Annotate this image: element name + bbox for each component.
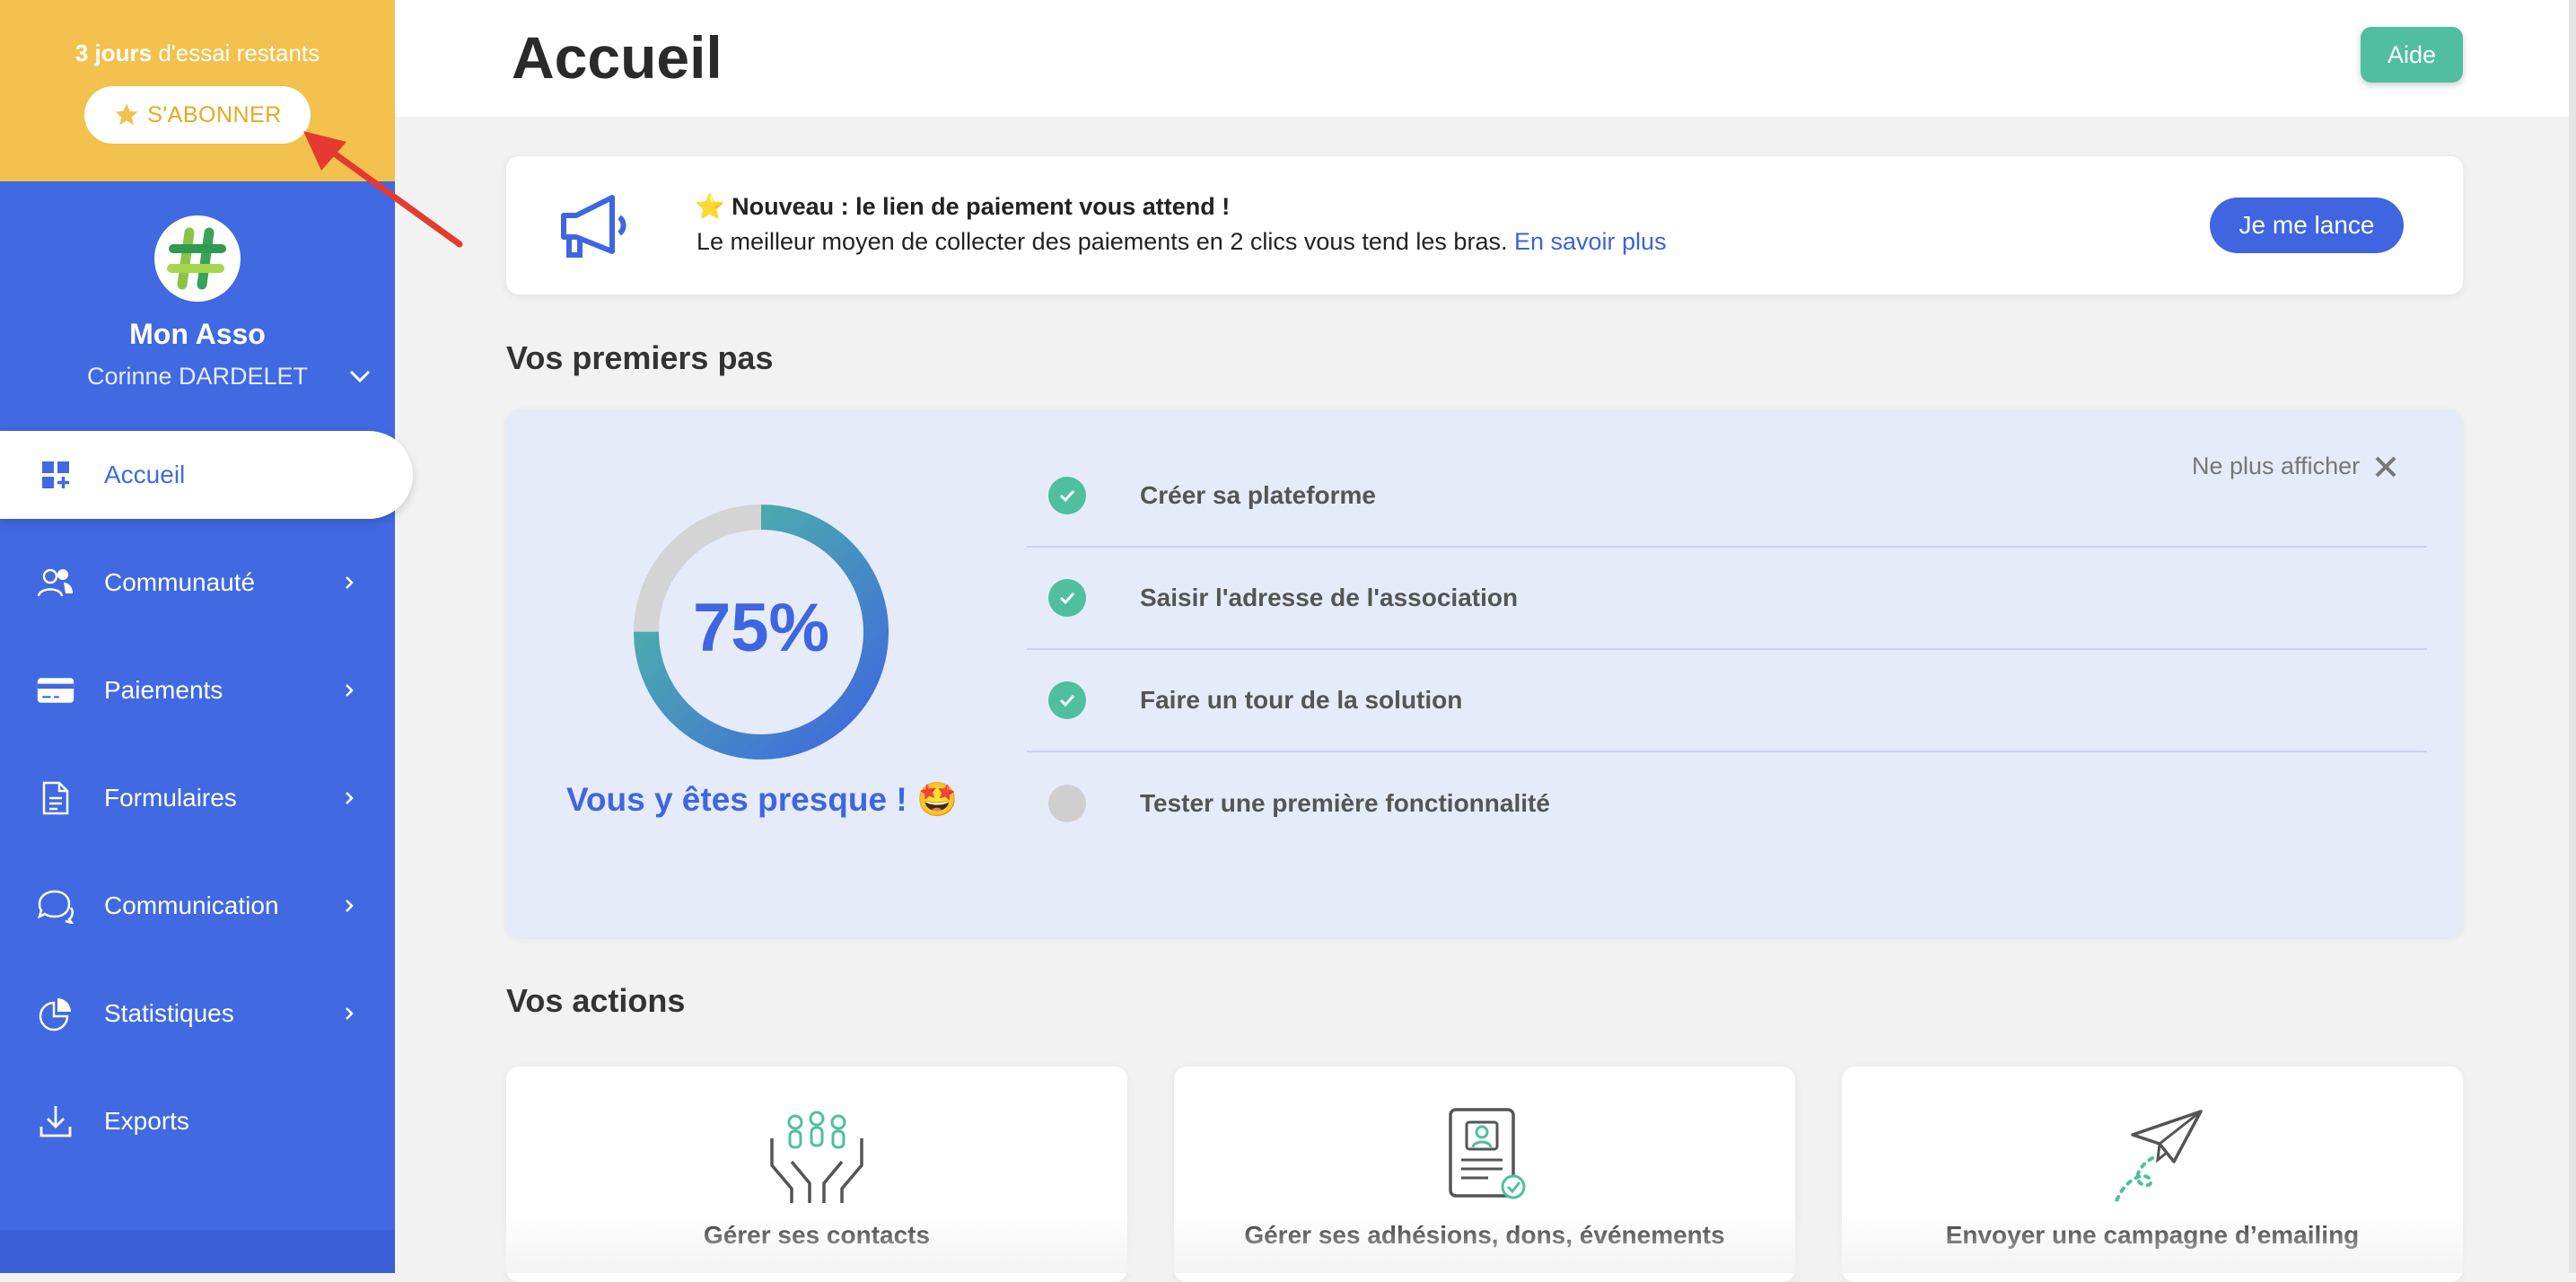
sidebar-footer: [0, 1230, 395, 1273]
star-icon: [115, 103, 138, 126]
chevron-down-icon[interactable]: [348, 368, 372, 384]
step-item[interactable]: Créer sa plateforme: [1027, 445, 2427, 548]
chevron-right-icon: [346, 792, 354, 804]
org-name: Mon Asso: [129, 318, 266, 350]
pending-circle-icon: [1048, 785, 1086, 822]
annotation-arrow-icon: [303, 131, 463, 248]
first-steps-card: Ne plus afficher 75% Vous y êtes presque…: [506, 409, 2463, 937]
download-icon: [36, 1102, 75, 1141]
scrollbar[interactable]: [2569, 0, 2576, 1273]
announcement-title: ⭐ Nouveau : le lien de paiement vous att…: [695, 193, 1231, 220]
action-card-emailing[interactable]: Envoyer une campagne d’emailing: [1842, 1067, 2463, 1282]
announcement-body: Le meilleur moyen de collecter des paiem…: [697, 228, 1667, 256]
page-title: Accueil: [512, 24, 723, 91]
announcement-text: Le meilleur moyen de collecter des paiem…: [697, 228, 1508, 255]
nav-label: Accueil: [104, 461, 186, 488]
megaphone-icon: [561, 195, 626, 258]
progress-percent: 75%: [692, 590, 830, 666]
hands-people-icon: [770, 1111, 863, 1203]
chart-pie-icon: [36, 994, 75, 1033]
actions-title: Vos actions: [506, 982, 686, 1019]
nav-item-statistiques[interactable]: Statistiques: [0, 970, 395, 1058]
nav-label: Statistiques: [104, 999, 234, 1027]
chevron-right-icon: [346, 684, 354, 697]
step-item[interactable]: Faire un tour de la solution: [1027, 650, 2427, 752]
nav-item-communaute[interactable]: Communauté: [0, 539, 395, 627]
nav-item-paiements[interactable]: Paiements: [0, 646, 395, 734]
chevron-right-icon: [346, 1007, 354, 1020]
nav-item-accueil[interactable]: Accueil: [0, 431, 413, 519]
launch-button[interactable]: Je me lance: [2210, 198, 2404, 253]
chat-icon: [36, 886, 75, 926]
membership-card-icon: [1449, 1108, 1526, 1199]
step-label: Saisir l'adresse de l'association: [1140, 584, 1519, 611]
step-item[interactable]: Saisir l'adresse de l'association: [1027, 548, 2427, 650]
chevron-right-icon: [346, 576, 354, 589]
action-label: Gérer ses adhésions, dons, événements: [1244, 1221, 1725, 1249]
check-icon: [1048, 681, 1086, 719]
dashboard-icon: [36, 455, 75, 495]
hashtag-logo-icon: [167, 227, 226, 290]
action-card-contacts[interactable]: Gérer ses contacts: [506, 1067, 1127, 1282]
action-label: Envoyer une campagne d’emailing: [1945, 1221, 2360, 1249]
document-icon: [36, 778, 75, 818]
credit-card-icon: [36, 671, 75, 710]
chevron-right-icon: [346, 900, 354, 912]
nav-label: Exports: [104, 1107, 189, 1135]
check-icon: [1048, 477, 1086, 514]
check-icon: [1048, 579, 1086, 617]
first-steps-title: Vos premiers pas: [506, 339, 774, 376]
top-header: Accueil Aide: [395, 0, 2576, 117]
nav-item-communication[interactable]: Communication: [0, 862, 395, 950]
nav-label: Formulaires: [104, 784, 237, 812]
nav-item-exports[interactable]: Exports: [0, 1077, 395, 1165]
trial-rest: d'essai restants: [158, 40, 320, 66]
nav-label: Communauté: [104, 568, 256, 596]
nav-label: Paiements: [104, 676, 223, 704]
nav-label: Communication: [104, 891, 279, 919]
step-label: Créer sa plateforme: [1140, 481, 1377, 509]
subscribe-label: S'ABONNER: [147, 101, 282, 127]
announcement-banner: ⭐ Nouveau : le lien de paiement vous att…: [506, 156, 2463, 294]
org-logo[interactable]: [154, 215, 241, 302]
step-label: Tester une première fonctionnalité: [1140, 789, 1550, 817]
learn-more-link[interactable]: En savoir plus: [1514, 228, 1667, 255]
nav-item-formulaires[interactable]: Formulaires: [0, 754, 395, 842]
progress-message: Vous y êtes presque ! 🤩: [565, 781, 959, 818]
action-card-memberships[interactable]: Gérer ses adhésions, dons, événements: [1174, 1067, 1795, 1282]
trial-text: 3 jours d'essai restants: [0, 40, 395, 67]
org-user: Corinne DARDELET: [86, 363, 309, 390]
trial-days: 3 jours: [74, 40, 153, 66]
step-item[interactable]: Tester une première fonctionnalité: [1027, 752, 2427, 855]
action-label: Gérer ses contacts: [703, 1221, 931, 1249]
subscribe-button[interactable]: S'ABONNER: [84, 86, 311, 144]
paper-plane-icon: [2115, 1110, 2203, 1203]
help-button[interactable]: Aide: [2361, 27, 2463, 83]
step-label: Faire un tour de la solution: [1140, 686, 1463, 714]
users-icon: [36, 563, 75, 602]
